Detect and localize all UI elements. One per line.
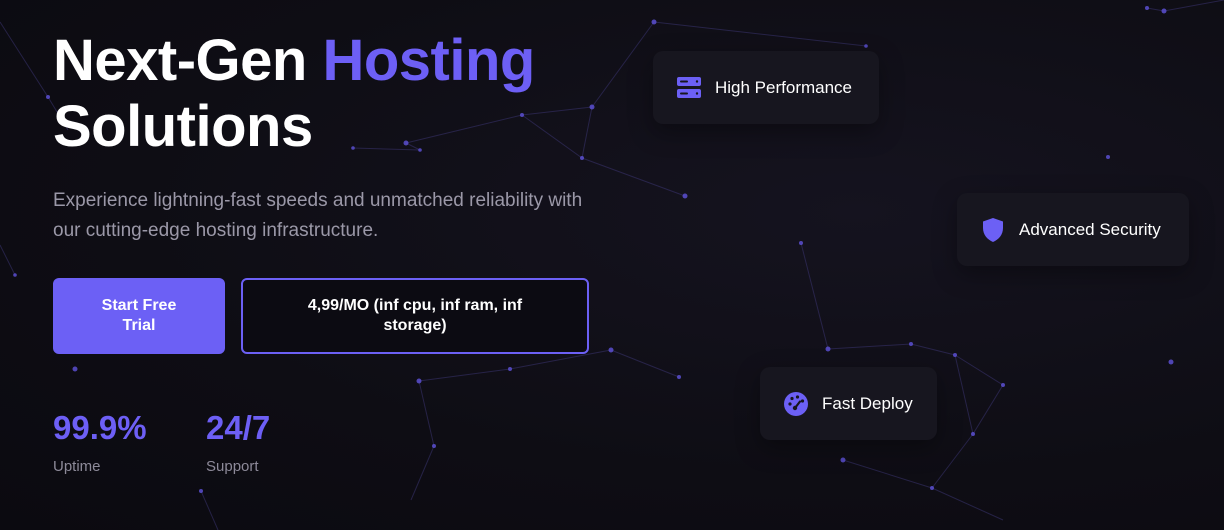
feature-card-fast-deploy: Fast Deploy bbox=[760, 367, 937, 440]
start-free-trial-button[interactable]: Start Free Trial bbox=[53, 278, 225, 354]
feature-label: Fast Deploy bbox=[822, 393, 913, 413]
pricing-plan-button[interactable]: 4,99/MO (inf cpu, inf ram, inf storage) bbox=[241, 278, 589, 354]
stat-value: 24/7 bbox=[206, 409, 271, 446]
stat-uptime: 99.9% Uptime bbox=[53, 408, 147, 475]
stat-value: 99.9% bbox=[53, 409, 147, 446]
feature-card-advanced-security: Advanced Security bbox=[957, 193, 1189, 266]
hero-headline: Next-Gen Hosting Solutions bbox=[53, 28, 673, 160]
feature-label: Advanced Security bbox=[1019, 219, 1161, 239]
hero-section: Next-Gen Hosting Solutions Experience li… bbox=[0, 0, 1224, 530]
headline-accent-text: Hosting bbox=[322, 28, 535, 93]
feature-label: High Performance bbox=[715, 77, 853, 97]
hero-subtitle: Experience lightning-fast speeds and unm… bbox=[53, 190, 583, 241]
stat-label: Support bbox=[206, 458, 259, 475]
headline-plain-text: Next-Gen bbox=[53, 28, 323, 93]
feature-card-high-performance: High Performance bbox=[653, 51, 879, 124]
headline-second-line: Solutions bbox=[53, 94, 313, 159]
speedometer-icon bbox=[782, 390, 810, 418]
stat-support: 24/7 Support bbox=[206, 408, 270, 475]
server-icon bbox=[675, 74, 703, 102]
shield-icon bbox=[979, 216, 1007, 244]
stat-label: Uptime bbox=[53, 458, 101, 475]
